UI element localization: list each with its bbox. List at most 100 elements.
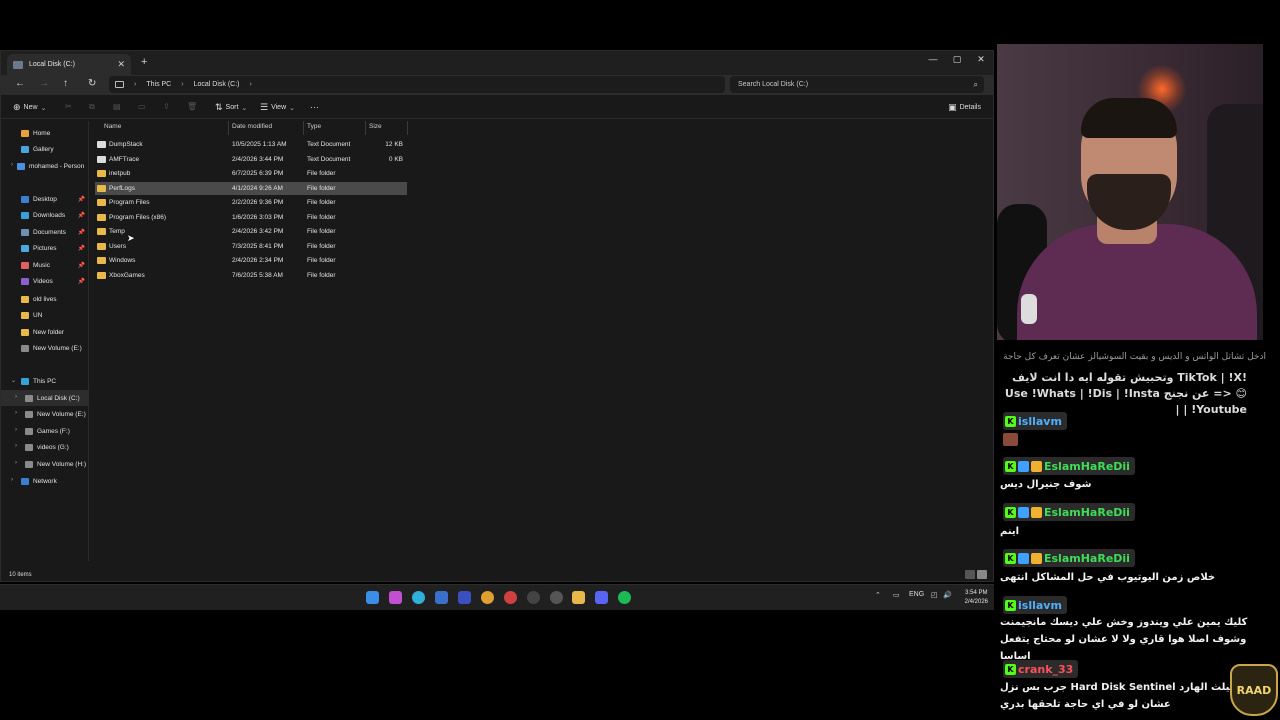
file-name[interactable]: inetpub <box>109 170 130 177</box>
chrome-icon[interactable] <box>481 591 494 604</box>
breadcrumb-this-pc[interactable]: This PC <box>146 81 171 88</box>
file-row[interactable]: Program Files (x86) 1/6/2026 3:03 PM File … <box>95 211 407 224</box>
chat-username[interactable]: K EslamHaReDii <box>1003 457 1135 475</box>
forward-arrow-icon[interactable]: → <box>39 78 49 89</box>
chevron-up-icon[interactable]: ⌃ <box>875 591 881 599</box>
refresh-icon[interactable]: ↻ <box>88 78 96 89</box>
sidebar-item[interactable]: Music 📌 <box>1 257 89 273</box>
expand-caret-icon[interactable]: › <box>15 427 17 433</box>
column-type[interactable]: Type <box>307 123 321 135</box>
column-divider[interactable] <box>303 121 304 135</box>
sidebar-drive[interactable]: New Volume (H:) › <box>1 456 89 472</box>
chat-username[interactable]: Kisllavm <box>1003 596 1067 614</box>
spotify-icon[interactable] <box>618 591 631 604</box>
store-icon[interactable] <box>435 591 448 604</box>
cut-icon[interactable]: ✂ <box>65 102 72 111</box>
more-options-icon[interactable]: ··· <box>310 102 319 112</box>
column-divider[interactable] <box>228 121 229 135</box>
copilot-icon[interactable] <box>389 591 402 604</box>
paste-icon[interactable]: ▤ <box>113 102 121 111</box>
file-row[interactable]: DumpStack 10/5/2025 1:13 AM Text Document 1… <box>95 138 407 151</box>
column-size[interactable]: Size <box>369 123 382 135</box>
file-row[interactable]: PerfLogs 4/1/2024 9:26 AM File folder <box>95 181 407 195</box>
column-divider[interactable] <box>407 121 408 135</box>
chat-username[interactable]: Kcrank_33 <box>1003 660 1079 678</box>
minimize-button[interactable]: — <box>921 51 945 67</box>
app-icon[interactable] <box>550 591 563 604</box>
file-name[interactable]: XboxGames <box>109 272 145 279</box>
file-name[interactable]: Windows <box>109 257 135 264</box>
file-row[interactable]: XboxGames 7/6/2025 5:38 AM File folder <box>95 269 407 282</box>
chat-username[interactable]: Kisllavm <box>1003 412 1067 430</box>
column-date-modified[interactable]: Date modified <box>232 123 272 135</box>
opera-icon[interactable] <box>504 591 517 604</box>
sidebar-item-network[interactable]: Network › <box>1 473 89 489</box>
battery-icon[interactable]: ▭ <box>893 591 900 599</box>
sidebar-item[interactable]: Pictures 📌 <box>1 240 89 256</box>
sidebar-item[interactable]: Videos 📌 <box>1 273 89 289</box>
file-explorer-icon[interactable] <box>572 591 585 604</box>
details-button[interactable]: ▣ Details <box>948 102 981 113</box>
chevron-down-icon[interactable]: ⌄ <box>11 377 16 384</box>
sidebar-item[interactable]: New Volume (E:) <box>1 340 89 356</box>
tiles-view-toggle[interactable] <box>977 570 987 579</box>
start-icon[interactable] <box>366 591 379 604</box>
sidebar-item[interactable]: Desktop 📌 <box>1 191 89 207</box>
close-tab-icon[interactable]: ✕ <box>117 59 125 70</box>
chat-username[interactable]: K EslamHaReDii <box>1003 503 1135 521</box>
tab-local-disk[interactable]: Local Disk (C:) ✕ <box>7 54 131 75</box>
sidebar-drive[interactable]: Local Disk (C:) › <box>1 390 89 406</box>
details-view-toggle[interactable] <box>965 570 975 579</box>
expand-caret-icon[interactable]: › <box>15 394 17 400</box>
file-name[interactable]: Users <box>109 243 126 250</box>
file-row[interactable]: Users 7/3/2025 8:41 PM File folder <box>95 240 407 253</box>
file-row[interactable]: Program Files 2/2/2026 9:36 PM File folder <box>95 196 407 209</box>
copy-icon[interactable]: ⧉ <box>89 102 95 112</box>
sidebar-drive[interactable]: videos (G:) › <box>1 439 89 455</box>
expand-caret-icon[interactable]: › <box>11 162 13 168</box>
volume-icon[interactable]: 🔊 <box>943 591 952 599</box>
sidebar-item[interactable]: mohamed - Person <box>1 158 89 174</box>
sidebar-item[interactable]: Gallery <box>1 141 89 157</box>
sidebar-item[interactable]: Documents 📌 <box>1 224 89 240</box>
sidebar-drive[interactable]: Games (F:) › <box>1 423 89 439</box>
maximize-button[interactable]: ▢ <box>945 51 969 67</box>
file-row[interactable]: AMFTrace 2/4/2026 3:44 PM Text Document 0 K… <box>95 153 407 166</box>
chevron-right-icon[interactable]: › <box>250 81 252 88</box>
breadcrumb-local-disk[interactable]: Local Disk (C:) <box>194 81 240 88</box>
file-row[interactable]: inetpub 6/7/2025 6:39 PM File folder <box>95 167 407 180</box>
delete-icon[interactable]: 🗑 <box>187 102 197 111</box>
chat-username[interactable]: K EslamHaReDii <box>1003 549 1135 567</box>
discord-icon[interactable] <box>595 591 608 604</box>
network-icon[interactable]: ◰ <box>931 591 938 599</box>
sidebar-item[interactable]: UN <box>1 307 89 323</box>
file-name[interactable]: Program Files <box>109 199 149 206</box>
sidebar-item[interactable]: New folder <box>1 324 89 340</box>
expand-caret-icon[interactable]: › <box>11 477 13 483</box>
close-button[interactable]: ✕ <box>969 51 993 67</box>
file-name[interactable]: PerfLogs <box>109 185 135 192</box>
column-divider[interactable] <box>365 121 366 135</box>
expand-caret-icon[interactable]: › <box>15 410 17 416</box>
edge-icon[interactable] <box>412 591 425 604</box>
expand-caret-icon[interactable]: › <box>15 460 17 466</box>
share-icon[interactable]: ⇪ <box>163 102 170 111</box>
expand-caret-icon[interactable]: › <box>15 443 17 449</box>
file-row[interactable]: Windows 2/4/2026 2:34 PM File folder <box>95 254 407 267</box>
new-tab-button[interactable]: + <box>141 56 147 68</box>
language-indicator[interactable]: ENG <box>909 591 924 598</box>
clock[interactable]: 3:54 PM 2/4/2026 <box>965 589 988 607</box>
sort-button[interactable]: ⇅ Sort ⌄ <box>215 102 247 113</box>
file-name[interactable]: DumpStack <box>109 141 143 148</box>
file-row[interactable]: Temp 2/4/2026 3:42 PM File folder <box>95 225 407 238</box>
new-button[interactable]: ⊕ New ⌄ <box>13 102 46 113</box>
file-name[interactable]: Temp <box>109 228 125 235</box>
app-icon[interactable] <box>527 591 540 604</box>
rename-icon[interactable]: ▭ <box>138 102 146 111</box>
vscode-icon[interactable] <box>458 591 471 604</box>
file-name[interactable]: AMFTrace <box>109 156 139 163</box>
column-name[interactable]: Name <box>104 123 121 135</box>
sidebar-drive[interactable]: New Volume (E:) › <box>1 406 89 422</box>
sidebar-item[interactable]: old lives <box>1 291 89 307</box>
up-arrow-icon[interactable]: ↑ <box>63 78 68 89</box>
